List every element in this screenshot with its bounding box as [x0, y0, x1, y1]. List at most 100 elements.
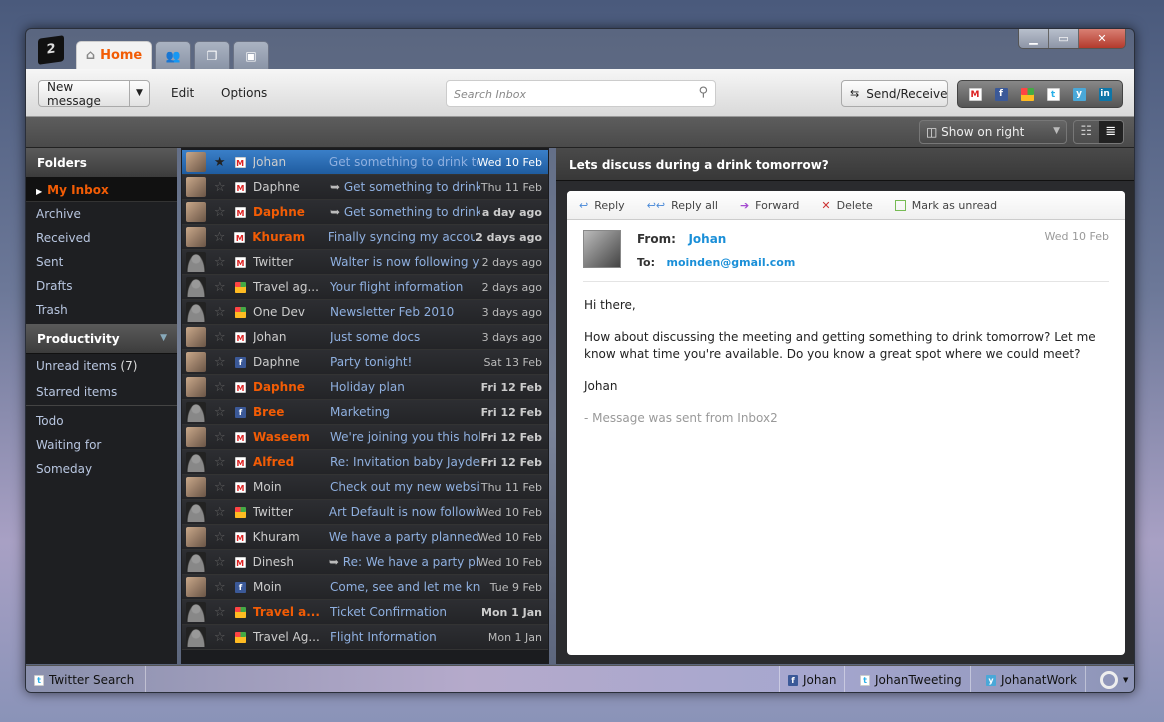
reply-button[interactable]: ↩ Reply	[579, 199, 625, 212]
star-icon[interactable]: ☆	[214, 230, 228, 245]
message-row[interactable]: ☆ Travel Ag... Flight Information Mon 1 …	[182, 625, 548, 650]
star-icon[interactable]: ☆	[214, 280, 228, 295]
message-row[interactable]: ☆ M Twitter Walter is now following you …	[182, 250, 548, 275]
search-icon[interactable]: ⚲	[698, 85, 708, 100]
gtd-someday[interactable]: Someday	[26, 457, 177, 481]
avatar	[186, 302, 206, 322]
message-row[interactable]: ☆ M Daphne ➥ Get something to drink tomo…	[182, 200, 548, 225]
star-icon[interactable]: ☆	[214, 630, 228, 645]
star-filled-icon[interactable]: ★	[214, 155, 228, 170]
minimize-button[interactable]: ▁	[1019, 29, 1049, 48]
folder-my-inbox[interactable]: ▶ My Inbox	[26, 178, 177, 202]
star-icon[interactable]: ☆	[214, 555, 228, 570]
chevron-down-icon[interactable]: ▼	[129, 81, 149, 106]
star-icon[interactable]: ☆	[214, 580, 228, 595]
unread-items[interactable]: Unread items (7)	[26, 354, 177, 380]
tab-home[interactable]: ⌂ Home	[76, 41, 152, 70]
message-row[interactable]: ☆ f Moin Come, see and let me know... Tu…	[182, 575, 548, 600]
starred-items[interactable]: Starred items	[26, 380, 177, 406]
linkedin-icon[interactable]: in	[1098, 87, 1112, 101]
message-row[interactable]: ★ M Johan Get something to drink tomorro…	[182, 150, 548, 175]
facebook-icon[interactable]: f	[994, 87, 1008, 101]
options-menu[interactable]: Options	[221, 86, 267, 100]
account-label: JohanTweeting	[875, 673, 962, 687]
message-row[interactable]: ☆ f Bree Marketing Fri 12 Feb	[182, 400, 548, 425]
tab-documents[interactable]: ❐	[194, 41, 230, 70]
tab-contacts[interactable]: 👥	[155, 41, 191, 70]
star-icon[interactable]: ☆	[214, 405, 228, 420]
gtd-todo[interactable]: Todo	[26, 409, 177, 433]
account-twitter[interactable]: t JohanTweeting	[852, 666, 971, 692]
star-icon[interactable]: ☆	[214, 305, 228, 320]
sender-avatar	[583, 230, 621, 268]
subject: Come, see and let me know...	[330, 580, 480, 594]
message-row[interactable]: ☆ M Daphne ➥ Get something to drink tomo…	[182, 175, 548, 200]
message-row[interactable]: ☆ M Alfred Re: Invitation baby Jayden Fr…	[182, 450, 548, 475]
window-controls: ▁ ▭ ✕	[1018, 29, 1126, 49]
windows-live-icon[interactable]	[1020, 87, 1034, 101]
message-row[interactable]: ☆ M Daphne Holiday plan Fri 12 Feb	[182, 375, 548, 400]
message-row[interactable]: ☆ M Khuram Finally syncing my accounts 2…	[182, 225, 548, 250]
mark-unread-button[interactable]: Mark as unread	[894, 199, 997, 212]
account-facebook[interactable]: f Johan	[779, 666, 846, 692]
subject: Your flight information	[330, 280, 480, 294]
star-icon[interactable]: ☆	[214, 180, 228, 195]
yammer-icon[interactable]: y	[1072, 87, 1086, 101]
reply-all-button[interactable]: ↩↩ Reply all	[647, 199, 718, 212]
tab-pictures[interactable]: ▣	[233, 41, 269, 70]
close-button[interactable]: ✕	[1079, 29, 1125, 48]
search-input[interactable]: Search Inbox ⚲	[446, 80, 716, 107]
maximize-button[interactable]: ▭	[1049, 29, 1079, 48]
status-menu-button[interactable]: ▼	[1092, 666, 1134, 692]
message-row[interactable]: ☆ M Moin Check out my new website. F Thu…	[182, 475, 548, 500]
star-icon[interactable]: ☆	[214, 430, 228, 445]
star-icon[interactable]: ☆	[214, 530, 228, 545]
folder-sent[interactable]: Sent	[26, 250, 177, 274]
star-icon[interactable]: ☆	[214, 380, 228, 395]
star-icon[interactable]: ☆	[214, 480, 228, 495]
from-value[interactable]: Johan	[688, 232, 726, 246]
message-row[interactable]: ☆ Twitter Art Default is now following y…	[182, 500, 548, 525]
date: Fri 12 Feb	[480, 405, 542, 419]
message-row[interactable]: ☆ M Khuram We have a party planned for W…	[182, 525, 548, 550]
to-value[interactable]: moinden@gmail.com	[667, 256, 796, 269]
message-row[interactable]: ☆ f Daphne Party tonight! Sat 13 Feb	[182, 350, 548, 375]
list-view-icon[interactable]: ≣	[1098, 121, 1123, 143]
productivity-header[interactable]: Productivity ▼	[26, 324, 177, 354]
folder-trash[interactable]: Trash	[26, 298, 177, 322]
folder-drafts[interactable]: Drafts	[26, 274, 177, 298]
star-icon[interactable]: ☆	[214, 455, 228, 470]
edit-menu[interactable]: Edit	[171, 86, 194, 100]
message-row[interactable]: ☆ M Waseem We're joining you this holida…	[182, 425, 548, 450]
tab-home-label: Home	[100, 48, 143, 63]
new-message-button[interactable]: New message ▼	[38, 80, 150, 108]
message-row[interactable]: ☆ M Dinesh ➥ Re: We have a party planned…	[182, 550, 548, 575]
star-icon[interactable]: ☆	[214, 330, 228, 345]
star-icon[interactable]: ☆	[214, 255, 228, 270]
star-icon[interactable]: ☆	[214, 355, 228, 370]
message-row[interactable]: ☆ Travel ag... Your flight information 2…	[182, 275, 548, 300]
delete-button[interactable]: ✕ Delete	[821, 199, 872, 212]
star-icon[interactable]: ☆	[214, 505, 228, 520]
gmail-icon[interactable]: M	[968, 87, 982, 101]
reading-pane-dropdown[interactable]: ◫ Show on right ▼	[919, 120, 1067, 144]
twitter-search-button[interactable]: t Twitter Search	[26, 666, 146, 692]
sender: Moin	[253, 480, 282, 494]
folder-received[interactable]: Received	[26, 226, 177, 250]
twitter-icon[interactable]: t	[1046, 87, 1060, 101]
message-row[interactable]: ☆ One Dev Newsletter Feb 2010 3 days ago	[182, 300, 548, 325]
sender: Moin	[253, 580, 282, 594]
send-receive-button[interactable]: ⇆ Send/Receive	[841, 80, 948, 107]
compact-view-icon[interactable]: ☷	[1074, 121, 1099, 143]
message-row[interactable]: ☆ M Johan Just some docs 3 days ago	[182, 325, 548, 350]
folder-archive[interactable]: Archive	[26, 202, 177, 226]
gtd-waiting-for[interactable]: Waiting for	[26, 433, 177, 457]
sender: Dinesh	[252, 555, 295, 569]
forward-button[interactable]: ➔ Forward	[740, 199, 799, 212]
subject-text: Holiday plan	[330, 380, 405, 394]
star-icon[interactable]: ☆	[214, 205, 228, 220]
avatar	[186, 252, 206, 272]
account-yammer[interactable]: y JohanatWork	[978, 666, 1086, 692]
star-icon[interactable]: ☆	[214, 605, 228, 620]
message-row[interactable]: ☆ Travel a... Ticket Confirmation Mon 1 …	[182, 600, 548, 625]
